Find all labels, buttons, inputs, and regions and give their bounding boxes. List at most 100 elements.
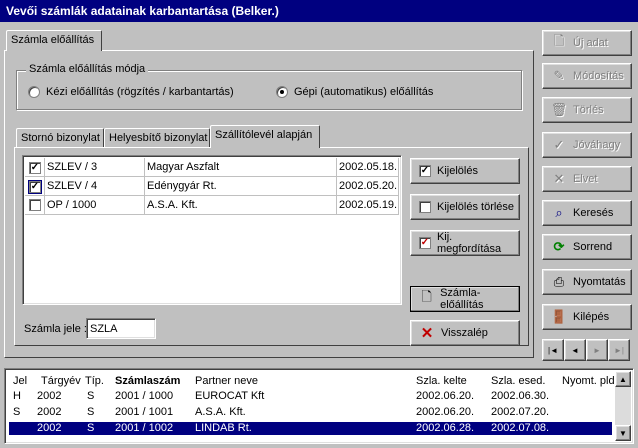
list-cell-year: 2002 [37, 422, 62, 434]
refresh-icon: ⟳ [553, 239, 565, 254]
modify-label: Módosítás [573, 70, 624, 82]
list-cell-due: 2002.07.20. [491, 406, 550, 418]
checkbox-checked-icon[interactable]: ✓ [28, 180, 42, 194]
record-navigator: |◄ ◄ ► ►| [542, 339, 632, 361]
delivery-row[interactable]: ✓ SZLEV / 4 Edénygyár Rt. 2002.05.20. [25, 177, 399, 196]
new-label: Új adat [573, 37, 608, 49]
delivery-doc-cell: SZLEV / 3 [45, 158, 145, 177]
invoice-list[interactable]: Jel Tárgyév Típ. Számlaszám Partner neve… [4, 368, 634, 444]
radio-automatic[interactable]: Gépi (automatikus) előállítás [276, 86, 433, 98]
tab-label: Számla előállítás [11, 34, 95, 46]
list-cell-number: 2001 / 1002 [115, 422, 174, 434]
delivery-doc-cell: SZLEV / 4 [45, 177, 145, 196]
list-scrollbar[interactable]: ▲ ▼ [615, 371, 631, 441]
table-row[interactable]: 2002 S 2001 / 1002 LINDAB Rt. 2002.06.28. 200… [9, 422, 612, 435]
radio-manual-dot [28, 86, 40, 98]
invert-selection-label: Kij. megfordítása [436, 231, 502, 255]
list-cell-partner: A.S.A. Kft. [195, 406, 246, 418]
back-button[interactable]: ✕ Visszalép [410, 320, 520, 346]
tab-szamla-eloallitas[interactable]: Számla előállítás [6, 30, 102, 51]
print-label: Nyomtatás [573, 276, 626, 288]
delivery-grid[interactable]: ✓ SZLEV / 3 Magyar Aszfalt 2002.05.18. ✓ SZLE… [22, 155, 402, 305]
clear-selection-button[interactable]: Kijelölés törlése [410, 194, 520, 220]
last-record-button[interactable]: ►| [608, 339, 630, 361]
list-cell-partner: EUROCAT Kft [195, 390, 265, 402]
exit-button[interactable]: 🚪 Kilépés [542, 304, 632, 330]
generate-invoice-button[interactable]: 🗋 Számla-előállítás [410, 286, 520, 312]
select-all-button[interactable]: ✓ Kijelölés [410, 158, 520, 184]
modify-button[interactable]: ✎ Módosítás [542, 63, 632, 89]
list-cell-year: 2002 [37, 406, 62, 418]
col-jel: Jel [13, 375, 28, 387]
radio-manual[interactable]: Kézi előállítás (rögzítés / karbantartás… [28, 86, 234, 98]
delivery-partner-cell: Edénygyár Rt. [145, 177, 337, 196]
table-row[interactable]: S 2002 S 2001 / 1001 A.S.A. Kft. 2002.06.20. 2… [9, 406, 612, 419]
printer-icon: ⎙ [553, 274, 565, 289]
list-cell-partner: LINDAB Rt. [195, 422, 252, 434]
list-cell-due: 2002.07.08. [491, 422, 550, 434]
edit-icon: ✎ [553, 68, 565, 83]
invoice-mark-label: Számla jele : [24, 323, 87, 335]
checkbox-empty-icon[interactable] [29, 199, 41, 211]
delivery-row[interactable]: ✓ SZLEV / 3 Magyar Aszfalt 2002.05.18. [25, 158, 399, 177]
delivery-doc-cell: OP / 1000 [45, 196, 145, 215]
invert-checkbox-icon: ✓ [419, 237, 431, 249]
search-button[interactable]: ⌕ Keresés [542, 200, 632, 226]
tab-label: Stornó bizonylat [21, 132, 100, 144]
new-button[interactable]: 🗋 Új adat [542, 30, 632, 56]
approve-label: Jóváhagy [573, 139, 621, 151]
list-cell-type: S [87, 406, 95, 418]
first-record-button[interactable]: |◄ [542, 339, 564, 361]
tab-helyesbito[interactable]: Helyesbítő bizonylat [104, 128, 210, 148]
discard-label: Elvet [573, 173, 598, 185]
invoice-mark-input[interactable] [86, 318, 156, 339]
col-issued: Szla. kelte [416, 375, 467, 387]
tab-szallitolevel[interactable]: Szállítólevél alapján [210, 125, 320, 148]
delivery-partner-cell: A.S.A. Kft. [145, 196, 337, 215]
delete-button[interactable]: 🗑 Törlés [542, 97, 632, 123]
col-prints: Nyomt. pld. [562, 375, 618, 387]
checkbox-checked-icon[interactable]: ✓ [29, 162, 41, 174]
prev-record-button[interactable]: ◄ [564, 339, 586, 361]
close-icon: ✕ [553, 171, 565, 186]
next-record-button[interactable]: ► [586, 339, 608, 361]
delivery-row-checkbox-cell: ✓ [25, 177, 45, 196]
select-all-label: Kijelölés [437, 165, 478, 177]
order-button[interactable]: ⟳ Sorrend [542, 234, 632, 260]
table-row[interactable]: H 2002 S 2001 / 1000 EUROCAT Kft 2002.06.20. 2… [9, 390, 612, 403]
list-cell-issued: 2002.06.20. [416, 390, 475, 402]
discard-button[interactable]: ✕ Elvet [542, 166, 632, 192]
col-year: Tárgyév [41, 375, 81, 387]
col-type: Típ. [85, 375, 104, 387]
trash-icon: 🗑 [550, 102, 568, 117]
checkbox-empty-icon [419, 201, 431, 213]
scroll-up-button[interactable]: ▲ [615, 371, 631, 387]
invert-selection-button[interactable]: ✓ Kij. megfordítása [410, 230, 520, 256]
list-header: Jel Tárgyév Típ. Számlaszám Partner neve… [9, 375, 618, 388]
delivery-row-checkbox-cell: ✓ [25, 158, 45, 177]
delivery-date-cell: 2002.05.20. [337, 177, 399, 196]
delivery-date-cell: 2002.05.18. [337, 158, 399, 177]
window-title: Vevői számlák adatainak karbantartása (B… [0, 0, 638, 22]
clear-selection-label: Kijelölés törlése [437, 201, 515, 213]
delivery-row[interactable]: OP / 1000 A.S.A. Kft. 2002.05.19. [25, 196, 399, 215]
list-cell-issued: 2002.06.28. [416, 422, 475, 434]
scroll-down-button[interactable]: ▼ [615, 425, 631, 441]
col-number: Számlaszám [115, 375, 181, 387]
exit-door-icon: 🚪 [550, 309, 568, 324]
list-cell-type: S [87, 422, 95, 434]
tab-label: Szállítólevél alapján [215, 129, 313, 141]
delete-label: Törlés [573, 104, 604, 116]
red-x-icon: ✕ [420, 325, 434, 342]
list-cell-jel: S [13, 406, 21, 418]
search-label: Keresés [573, 207, 614, 219]
list-cell-jel: H [13, 390, 21, 402]
tab-label: Helyesbítő bizonylat [109, 132, 208, 144]
order-label: Sorrend [573, 241, 613, 253]
delivery-date-cell: 2002.05.19. [337, 196, 399, 215]
col-partner: Partner neve [195, 375, 258, 387]
tab-storno[interactable]: Stornó bizonylat [16, 128, 104, 148]
approve-button[interactable]: ✓ Jóváhagy [542, 132, 632, 158]
col-due: Szla. esed. [491, 375, 546, 387]
print-button[interactable]: ⎙ Nyomtatás [542, 269, 632, 295]
